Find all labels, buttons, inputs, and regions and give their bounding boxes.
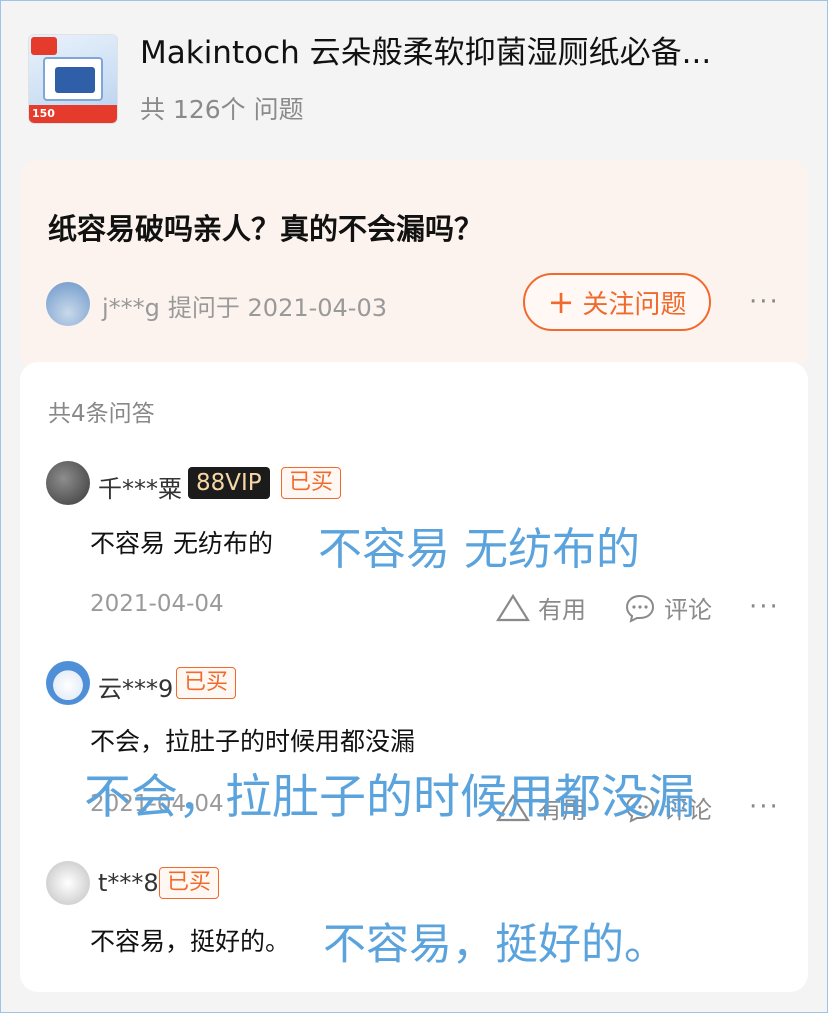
answer-overlay-text: 不容易，挺好的。 (323, 920, 667, 970)
bought-badge: 已买 (176, 667, 237, 699)
promo-tag (31, 37, 57, 55)
asker-name: j***g (102, 294, 160, 322)
answer-user: 千***粟 (98, 475, 182, 503)
asker-avatar (46, 282, 90, 326)
avatar (46, 861, 90, 905)
product-thumbnail[interactable]: 150 (28, 34, 118, 124)
question-text: 纸容易破吗亲人？真的不会漏吗？ (48, 212, 484, 246)
comment-button[interactable]: 评论 (624, 590, 712, 625)
answer-user: t***8 (98, 869, 159, 897)
answer-text: 不容易，挺好的。 (90, 927, 291, 956)
follow-label: 关注问题 (582, 289, 687, 320)
vip-badge: 88VIP (188, 467, 270, 499)
avatar (46, 661, 90, 705)
answer-overlay-text: 不容易 无纺布的 (318, 524, 640, 575)
comment-bubble-icon (625, 594, 655, 623)
question-card (20, 160, 808, 370)
bought-badge: 已买 (159, 867, 220, 899)
answer-text: 不会，拉肚子的时候用都没漏 (90, 727, 416, 756)
question-count: 共 126个 问题 (140, 95, 304, 124)
answer-user: 云***9 (98, 675, 174, 703)
answer-more-icon[interactable]: ··· (749, 592, 780, 622)
bought-badge: 已买 (281, 467, 342, 499)
answer-text: 不容易 无纺布的 (90, 529, 273, 558)
asked-date: 提问于 2021-04-03 (167, 294, 388, 322)
useful-button[interactable]: 有用 (496, 590, 586, 625)
thumb-price: 150 (32, 107, 55, 120)
follow-question-button[interactable]: + 关注问题 (523, 273, 711, 331)
answer-more-icon[interactable]: ··· (749, 792, 780, 822)
thumb-price-strip: 150 (29, 105, 117, 123)
answer-overlay-text: 不会，拉肚子的时候用都没漏 (84, 770, 695, 825)
answers-count: 共4条问答 (48, 401, 155, 427)
product-title[interactable]: Makintoch 云朵般柔软抑菌湿厕纸必备... (140, 33, 800, 73)
product-package-label (55, 67, 95, 93)
plus-icon: + (547, 283, 575, 321)
triangle-up-icon (496, 593, 530, 621)
comment-label: 评论 (664, 596, 712, 624)
answer-date: 2021-04-04 (90, 591, 224, 617)
question-more-icon[interactable]: ··· (749, 287, 780, 317)
avatar (46, 461, 90, 505)
asker-meta: j***g 提问于 2021-04-03 (102, 288, 387, 323)
useful-label: 有用 (538, 596, 586, 624)
